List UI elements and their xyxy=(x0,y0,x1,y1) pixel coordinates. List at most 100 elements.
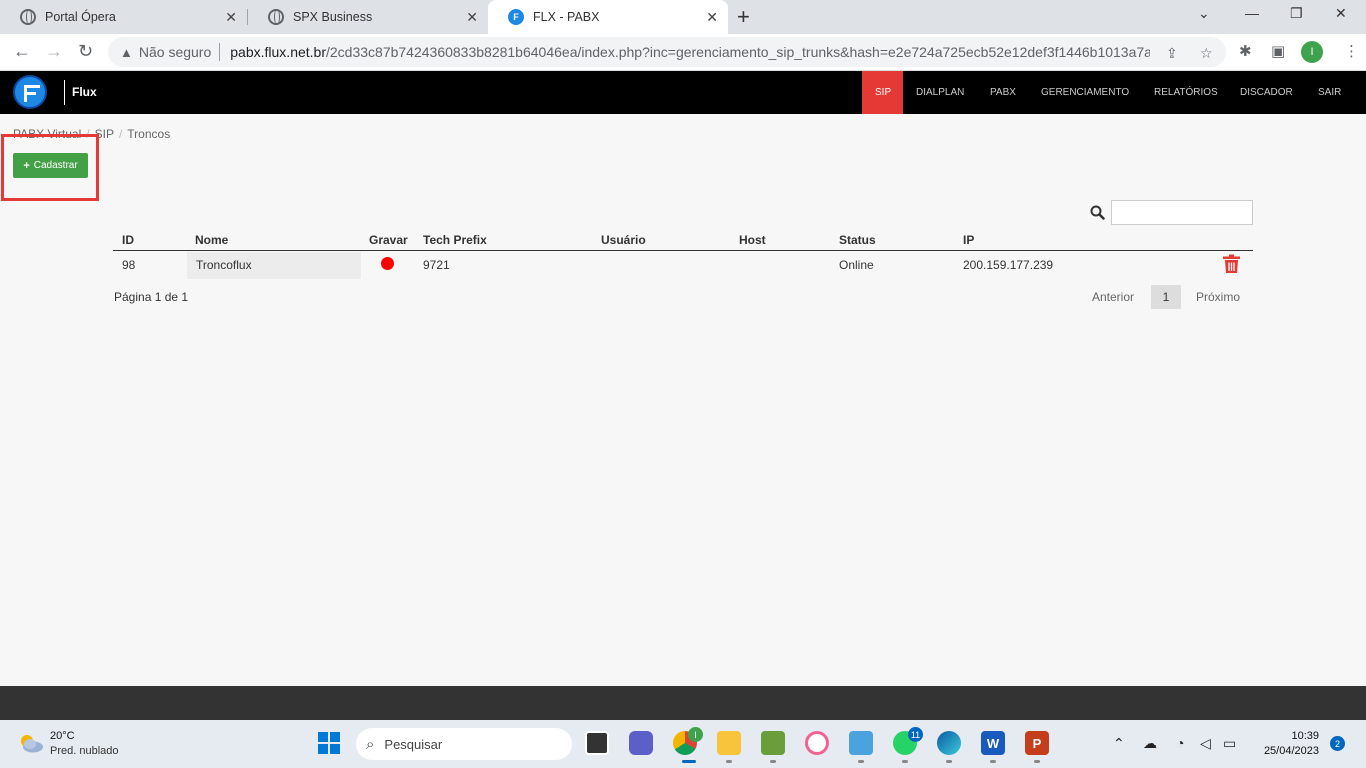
cell-nome[interactable]: Troncoflux xyxy=(196,258,252,272)
back-button[interactable]: ← xyxy=(13,41,31,62)
browser-tabstrip: Portal Ópera ✕ SPX Business ✕ F FLX - PA… xyxy=(0,0,1366,34)
word-icon[interactable]: W xyxy=(981,731,1005,755)
system-clock[interactable]: 10:39 25/04/2023 xyxy=(1256,729,1319,759)
taskbar-search-placeholder: Pesquisar xyxy=(384,736,443,752)
column-header-status[interactable]: Status xyxy=(839,233,876,247)
browser-tab-portal-opera[interactable]: Portal Ópera ✕ xyxy=(0,0,247,34)
monday-icon[interactable] xyxy=(805,731,829,755)
nav-discador[interactable]: DISCADOR xyxy=(1227,71,1306,114)
side-panel-icon[interactable]: ▣ xyxy=(1271,42,1285,60)
table-header-divider xyxy=(113,250,1253,251)
column-header-tech-prefix[interactable]: Tech Prefix xyxy=(423,233,487,247)
forward-button[interactable]: → xyxy=(45,41,63,62)
column-header-id[interactable]: ID xyxy=(122,233,134,247)
running-app-indicator xyxy=(1034,760,1040,763)
file-explorer-icon[interactable] xyxy=(717,731,741,755)
security-label[interactable]: Não seguro xyxy=(139,44,211,60)
trash-icon[interactable] xyxy=(1222,254,1241,274)
weather-temperature[interactable]: 20°C xyxy=(50,730,75,742)
nav-pabx[interactable]: PABX xyxy=(977,71,1029,114)
pagination-current-page[interactable]: 1 xyxy=(1151,285,1181,309)
running-app-indicator xyxy=(858,760,864,763)
pagination-previous[interactable]: Anterior xyxy=(1092,290,1134,304)
partly-cloudy-icon[interactable] xyxy=(18,733,44,753)
flux-favicon-icon: F xyxy=(508,9,524,25)
powerpoint-icon[interactable]: P xyxy=(1025,731,1049,755)
clock-time: 10:39 xyxy=(1291,730,1319,742)
url-divider xyxy=(219,43,221,61)
breadcrumb-separator: / xyxy=(118,127,123,141)
cell-id: 98 xyxy=(122,258,136,272)
restore-button[interactable]: ❐ xyxy=(1290,5,1303,22)
browser-tab-flx-pabx[interactable]: F FLX - PABX ✕ xyxy=(488,0,728,34)
bookmark-star-icon[interactable]: ☆ xyxy=(1200,45,1213,62)
cell-ip: 200.159.177.239 xyxy=(963,258,1054,272)
tab-title: SPX Business xyxy=(293,10,373,24)
brand-name[interactable]: Flux xyxy=(72,85,97,99)
task-view-icon[interactable] xyxy=(585,731,609,755)
battery-icon[interactable]: ▭ xyxy=(1223,735,1236,752)
search-icon: ⌕ xyxy=(366,735,375,753)
weather-description[interactable]: Pred. nublado xyxy=(50,745,119,757)
active-app-indicator xyxy=(682,760,696,763)
browser-toolbar: ← → ↻ ▲ Não seguro pabx.flux.net.br/2cd3… xyxy=(0,34,1366,71)
globe-icon xyxy=(268,9,284,25)
url-text[interactable]: pabx.flux.net.br/2cd33c87b7424360833b828… xyxy=(230,44,1150,60)
menu-kebab-icon[interactable]: ⋮ xyxy=(1344,42,1359,60)
share-icon[interactable]: ⇪ xyxy=(1166,45,1178,62)
column-header-gravar[interactable]: Gravar xyxy=(369,233,408,247)
column-header-usuario[interactable]: Usuário xyxy=(601,233,646,247)
chrome-profile-badge: I xyxy=(688,727,703,742)
notepad-icon[interactable] xyxy=(761,731,785,755)
running-app-indicator xyxy=(726,760,732,763)
tab-search-chevron-icon[interactable]: ⌄ xyxy=(1198,5,1210,22)
profile-avatar[interactable]: I xyxy=(1301,41,1323,63)
page-footer xyxy=(0,686,1366,720)
windows-start-icon[interactable] xyxy=(318,732,340,754)
tab-title: Portal Ópera xyxy=(45,10,116,24)
notification-badge[interactable]: 2 xyxy=(1330,736,1345,751)
chevron-up-icon[interactable]: ⌃ xyxy=(1113,735,1125,752)
tab-title: FLX - PABX xyxy=(533,10,600,24)
search-icon xyxy=(1090,205,1105,220)
nav-relatorios[interactable]: RELATÓRIOS xyxy=(1141,71,1231,114)
breadcrumb-troncos: Troncos xyxy=(127,127,171,141)
extensions-puzzle-icon[interactable]: ✱ xyxy=(1239,42,1252,60)
address-bar[interactable]: ▲ Não seguro pabx.flux.net.br/2cd33c87b7… xyxy=(108,37,1226,67)
window-close-button[interactable]: ✕ xyxy=(1335,5,1347,22)
chat-icon[interactable] xyxy=(629,731,653,755)
search-input[interactable] xyxy=(1111,200,1253,225)
whatsapp-badge: 11 xyxy=(908,727,923,742)
close-icon[interactable]: ✕ xyxy=(706,9,718,26)
edge-icon[interactable] xyxy=(937,731,961,755)
url-domain: pabx.flux.net.br xyxy=(230,44,326,60)
flux-logo[interactable] xyxy=(13,75,47,109)
onedrive-cloud-icon[interactable]: ☁ xyxy=(1143,735,1157,752)
wifi-icon[interactable]: ◔ xyxy=(1176,735,1184,751)
minimize-button[interactable]: — xyxy=(1245,5,1259,21)
taskbar-search-box[interactable]: ⌕ Pesquisar xyxy=(356,728,572,760)
cell-tech-prefix: 9721 xyxy=(423,258,450,272)
nav-sip[interactable]: SIP xyxy=(862,71,903,114)
nav-gerenciamento[interactable]: GERENCIAMENTO xyxy=(1028,71,1142,114)
reload-button[interactable]: ↻ xyxy=(78,41,93,62)
nav-dialplan[interactable]: DIALPLAN xyxy=(903,71,977,114)
pagination-next[interactable]: Próximo xyxy=(1196,290,1240,304)
new-tab-button[interactable]: + xyxy=(737,4,750,30)
browser-tab-spx-business[interactable]: SPX Business ✕ xyxy=(248,0,488,34)
column-header-ip[interactable]: IP xyxy=(963,233,974,247)
warning-icon[interactable]: ▲ xyxy=(120,45,133,60)
column-header-host[interactable]: Host xyxy=(739,233,766,247)
close-icon[interactable]: ✕ xyxy=(225,9,237,26)
globe-icon xyxy=(20,9,36,25)
page-info: Página 1 de 1 xyxy=(114,290,189,304)
close-icon[interactable]: ✕ xyxy=(466,9,478,26)
nav-sair[interactable]: SAIR xyxy=(1305,71,1354,114)
highlight-annotation-box xyxy=(1,134,99,201)
maps-icon[interactable] xyxy=(849,731,873,755)
column-header-nome[interactable]: Nome xyxy=(195,233,228,247)
recording-status-icon xyxy=(381,257,394,270)
volume-icon[interactable]: ◁ xyxy=(1200,735,1211,752)
running-app-indicator xyxy=(902,760,908,763)
running-app-indicator xyxy=(946,760,952,763)
